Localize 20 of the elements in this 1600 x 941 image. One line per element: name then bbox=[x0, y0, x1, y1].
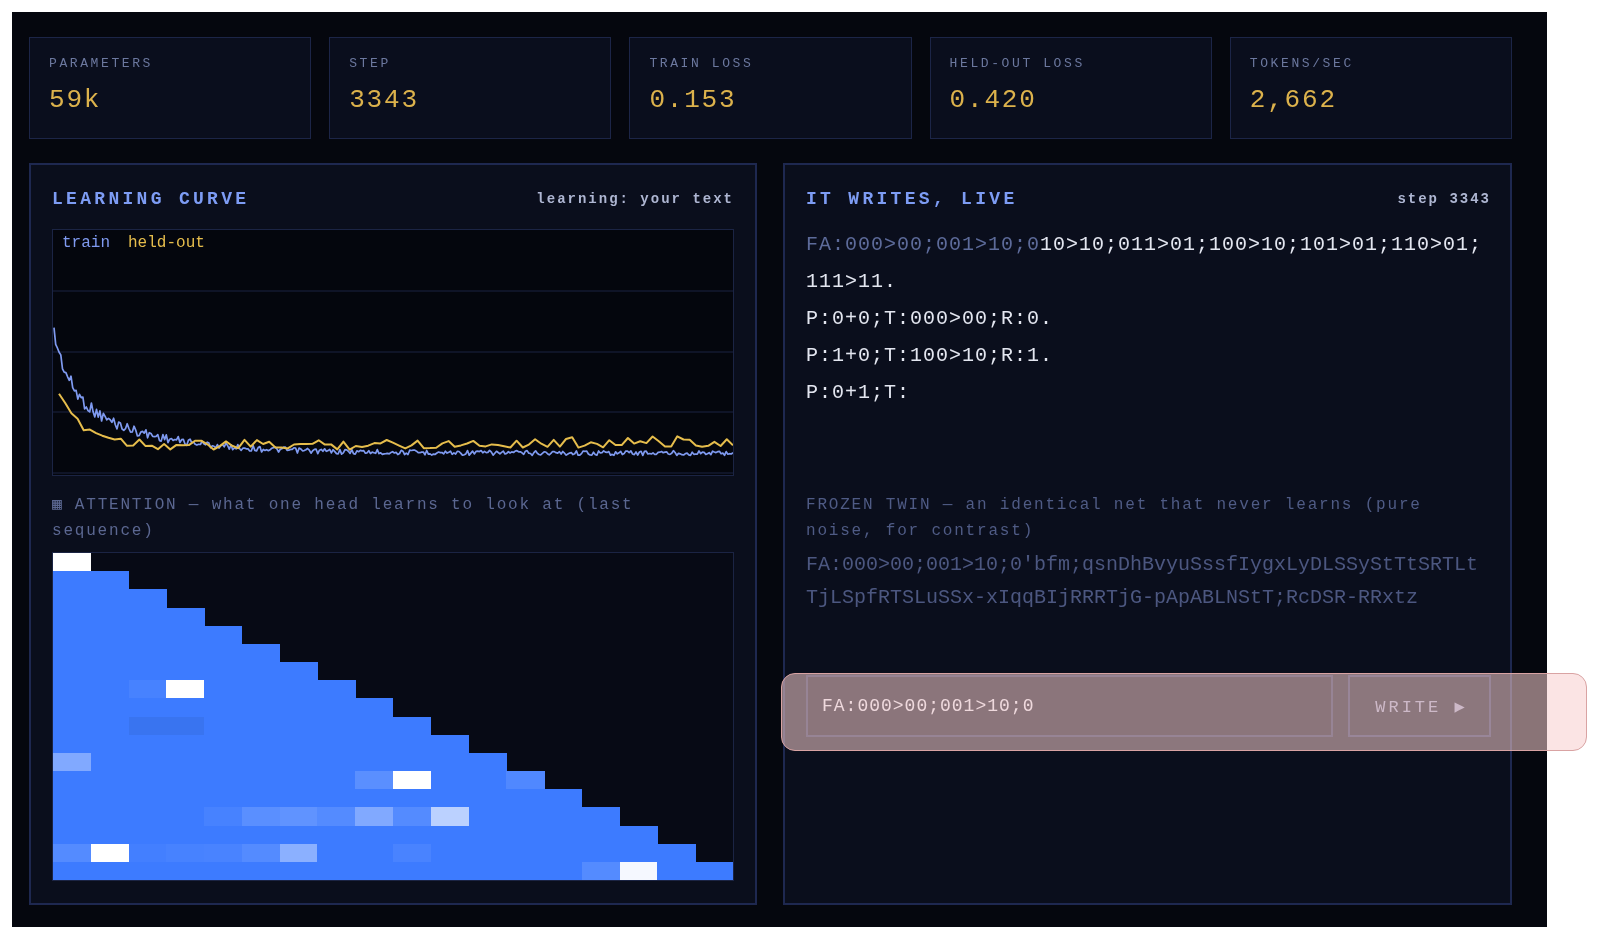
stat-label: TOKENS/SEC bbox=[1249, 56, 1355, 72]
stat-value: 3343 bbox=[349, 85, 420, 115]
source-label: learning: your text bbox=[536, 191, 734, 207]
frozen-twin-caption: FROZEN TWIN — an identical net that never learns (pure noise, for contrast) bbox=[806, 495, 1423, 542]
stat-value: 0.153 bbox=[649, 85, 738, 115]
panel-title: IT WRITES, LIVE bbox=[806, 189, 1018, 209]
panel-title: LEARNING CURVE bbox=[52, 189, 250, 209]
attention-caption: ▦ ATTENTION — what one head learns to look at (last sequence) bbox=[52, 495, 635, 542]
prompt-input[interactable]: FA:000>00;001>10;0 bbox=[806, 675, 1333, 737]
stat-label: HELD-OUT LOSS bbox=[949, 56, 1086, 72]
stat-label: TRAIN LOSS bbox=[649, 56, 755, 72]
stat-label: PARAMETERS bbox=[49, 56, 154, 72]
frozen-output-text: FA:000>00;001>10;0'bfm;qsnDhBvyuSssfIygxLyDLSSyStTtSRTLtTjLSpfRTSLuSSx-xIqqBIjRRRTjG-pApABLNStT;RcDSR-RRxtz bbox=[806, 552, 1480, 611]
generated-text: FA:000>00;001>10;010>10;011>01;100>10;101>01;110>01;111>11. P:0+0;T:000>00;R:0. P:1+0;T:100>10;R:1. P:0+1;T: bbox=[806, 232, 1484, 406]
stat-label: STEP bbox=[349, 56, 392, 72]
stat-value: 2,662 bbox=[1249, 85, 1338, 115]
stat-value: 59k bbox=[49, 85, 103, 115]
write-button[interactable]: WRITE ▶ bbox=[1348, 675, 1491, 737]
step-label: step 3343 bbox=[1397, 191, 1491, 207]
stat-value: 0.420 bbox=[949, 85, 1038, 115]
